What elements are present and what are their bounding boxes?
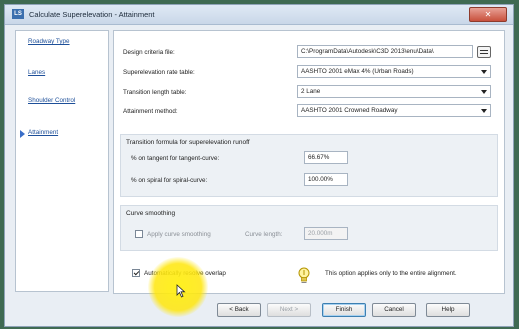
chevron-down-icon	[481, 109, 487, 113]
attainment-method-label: Attainment method:	[123, 108, 178, 115]
tangent-percent-input[interactable]: 66.67%	[304, 151, 348, 164]
cancel-button[interactable]: Cancel	[372, 303, 416, 317]
overlap-hint: This option applies only to the entire a…	[325, 270, 457, 277]
nav-item-roadway-type[interactable]: Roadway Type	[28, 38, 70, 45]
rate-table-value: AASHTO 2001 eMax 4% (Urban Roads)	[301, 68, 414, 75]
tangent-label: % on tangent for tangent-curve:	[131, 155, 220, 162]
design-criteria-label: Design criteria file:	[123, 49, 175, 56]
length-table-value: 2 Lane	[301, 88, 321, 95]
apply-smoothing-checkbox[interactable]	[135, 230, 143, 238]
length-table-select[interactable]: 2 Lane	[297, 85, 491, 98]
smoothing-group: Curve smoothing Apply curve smoothing Cu…	[120, 205, 498, 251]
next-button[interactable]: Next >	[267, 303, 311, 317]
help-button[interactable]: Help	[426, 303, 470, 317]
nav-pane: Roadway Type Lanes Shoulder Control Atta…	[15, 30, 109, 292]
rate-table-select[interactable]: AASHTO 2001 eMax 4% (Urban Roads)	[297, 65, 491, 78]
attainment-method-value: AASHTO 2001 Crowned Roadway	[301, 107, 398, 114]
nav-item-shoulder-control[interactable]: Shoulder Control	[28, 97, 75, 104]
title-bar: LS Calculate Superelevation - Attainment…	[5, 5, 513, 25]
close-button[interactable]: ✕	[469, 7, 507, 22]
smoothing-group-title: Curve smoothing	[126, 210, 176, 217]
lightbulb-icon	[298, 267, 310, 283]
curve-length-input[interactable]: 20.000m	[304, 227, 348, 240]
length-table-label: Transition length table:	[123, 89, 187, 96]
chevron-down-icon	[481, 90, 487, 94]
mouse-pointer-icon	[176, 284, 186, 298]
window-title: Calculate Superelevation - Attainment	[29, 10, 155, 19]
selected-arrow-icon	[20, 130, 25, 138]
dialog-window: LS Calculate Superelevation - Attainment…	[4, 4, 514, 327]
attainment-method-select[interactable]: AASHTO 2001 Crowned Roadway	[297, 104, 491, 117]
back-button[interactable]: < Back	[217, 303, 261, 317]
spiral-label: % on spiral for spiral-curve:	[131, 177, 208, 184]
spiral-percent-input[interactable]: 100.00%	[304, 173, 348, 186]
design-criteria-field[interactable]: C:\ProgramData\Autodesk\C3D 2013\enu\Dat…	[297, 45, 473, 58]
curve-length-label: Curve length:	[245, 231, 283, 238]
nav-item-lanes[interactable]: Lanes	[28, 69, 45, 76]
browse-button[interactable]	[477, 46, 491, 58]
finish-button[interactable]: Finish	[322, 303, 366, 317]
runoff-group-title: Transition formula for superelevation ru…	[126, 139, 250, 146]
browse-icon	[480, 50, 488, 51]
runoff-group: Transition formula for superelevation ru…	[120, 134, 498, 197]
app-icon: LS	[12, 9, 24, 19]
attainment-panel: Design criteria file: C:\ProgramData\Aut…	[113, 30, 505, 294]
rate-table-label: Superelevation rate table:	[123, 69, 195, 76]
chevron-down-icon	[481, 70, 487, 74]
nav-item-attainment[interactable]: Attainment	[28, 129, 58, 136]
apply-smoothing-label: Apply curve smoothing	[147, 231, 211, 238]
resolve-overlap-checkbox[interactable]	[132, 269, 140, 277]
